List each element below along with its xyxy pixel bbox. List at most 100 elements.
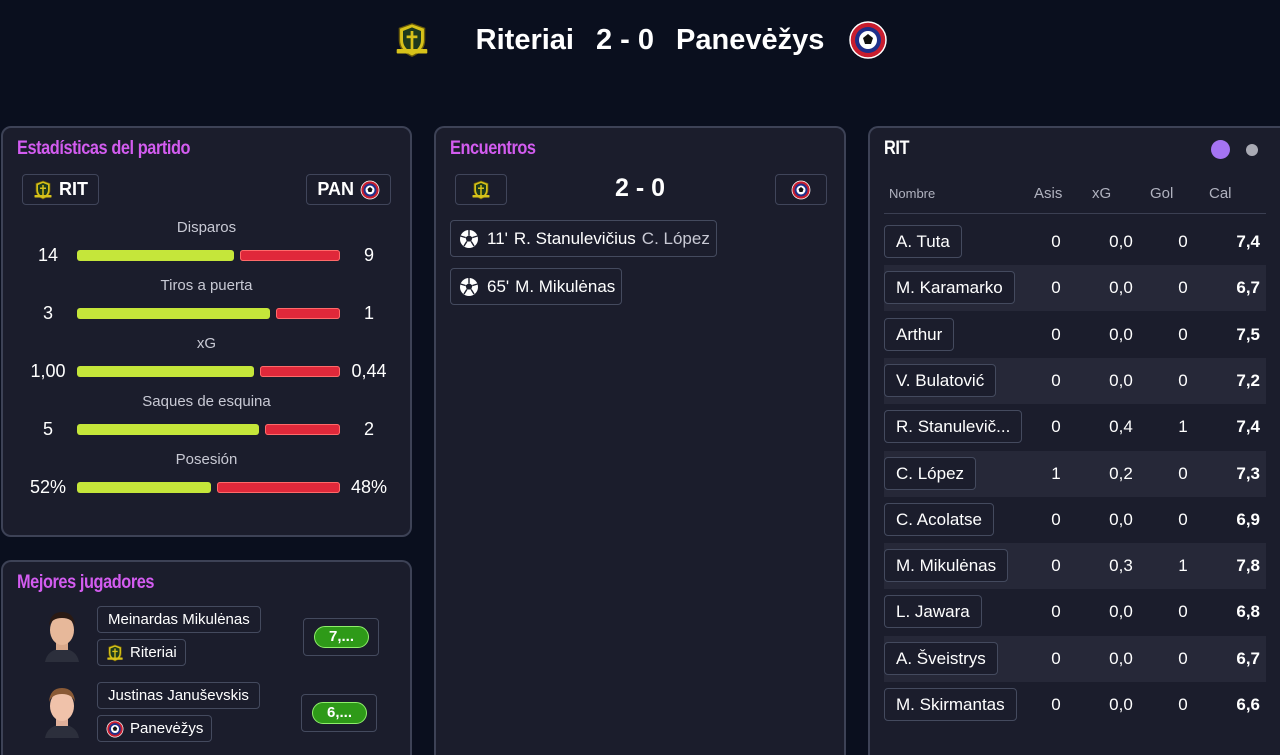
stat-row: Tiros a puerta 3 1 bbox=[3, 277, 410, 335]
goal-event[interactable]: 11' R. Stanulevičius C. López bbox=[450, 220, 717, 257]
best-player-team[interactable]: Riteriai bbox=[97, 639, 186, 666]
page-dot-inactive[interactable] bbox=[1246, 143, 1258, 156]
lineup-row[interactable]: M. Mikulėnas 0 0,3 1 7,8 bbox=[884, 543, 1266, 590]
best-players-panel: Mejores jugadores Meinardas Mikulėnas Ri… bbox=[1, 560, 412, 755]
stat-away-bar bbox=[260, 366, 340, 377]
player-photo-avatar bbox=[45, 612, 79, 662]
player-rating: 7,8 bbox=[1236, 556, 1260, 576]
player-assists: 0 bbox=[1051, 232, 1061, 251]
lineup-row[interactable]: V. Bulatović 0 0,0 0 7,2 bbox=[884, 357, 1266, 404]
player-assists: 0 bbox=[1051, 648, 1061, 668]
col-gol[interactable]: Gol bbox=[1150, 185, 1173, 202]
stat-row: xG 1,00 0,44 bbox=[3, 335, 410, 393]
player-rating: 7,3 bbox=[1236, 463, 1260, 483]
lineup-row[interactable]: C. Acolatse 0 0,0 0 6,9 bbox=[884, 497, 1266, 543]
panevezys-crest-icon[interactable] bbox=[848, 20, 888, 60]
player-name[interactable]: L. Jawara bbox=[884, 595, 982, 629]
stat-row: Saques de esquina 5 2 bbox=[3, 393, 410, 451]
player-name[interactable]: C. Acolatse bbox=[884, 502, 994, 536]
player-name[interactable]: M. Karamarko bbox=[884, 271, 1015, 305]
col-asis[interactable]: Asis bbox=[1034, 185, 1062, 202]
player-name[interactable]: A. Tuta bbox=[884, 225, 962, 258]
player-goals: 0 bbox=[1178, 463, 1188, 483]
soccer-ball-icon bbox=[459, 229, 479, 249]
stat-row: Disparos 14 9 bbox=[3, 219, 410, 277]
player-xg: 0,0 bbox=[1109, 232, 1133, 251]
riteriai-crest-icon[interactable] bbox=[392, 20, 432, 60]
player-goals: 0 bbox=[1178, 648, 1188, 668]
goal-event[interactable]: 65' M. Mikulėnas bbox=[450, 268, 623, 305]
stats-panel-title: Estadísticas del partido bbox=[17, 138, 191, 159]
best-player-row[interactable]: Justinas Januševskis Panevėžys 6,... bbox=[3, 682, 410, 752]
match-header: Riteriai 2 - 0 Panevėžys bbox=[0, 0, 1280, 80]
away-team-chip[interactable]: PAN bbox=[306, 174, 391, 205]
best-player-name[interactable]: Justinas Januševskis bbox=[97, 682, 260, 709]
stat-home-bar bbox=[77, 250, 234, 261]
away-crest-box[interactable] bbox=[775, 174, 827, 205]
player-goals: 1 bbox=[1178, 417, 1188, 437]
stat-away-value: 2 bbox=[363, 419, 374, 439]
best-player-team[interactable]: Panevėžys bbox=[97, 715, 213, 742]
goal-assist: C. López bbox=[641, 228, 710, 248]
player-goals: 0 bbox=[1178, 509, 1188, 529]
stat-home-bar bbox=[77, 424, 259, 435]
best-player-team-name: Panevėžys bbox=[130, 720, 204, 737]
goal-minute: 65' bbox=[487, 276, 510, 296]
panevezys-crest-icon bbox=[106, 720, 124, 738]
player-rating: 7,4 bbox=[1236, 232, 1260, 251]
player-assists: 0 bbox=[1051, 417, 1061, 437]
player-assists: 1 bbox=[1051, 463, 1061, 483]
player-goals: 0 bbox=[1178, 232, 1188, 251]
best-player-name[interactable]: Meinardas Mikulėnas bbox=[97, 606, 261, 633]
player-name[interactable]: Arthur bbox=[884, 317, 955, 351]
panevezys-crest-icon bbox=[360, 180, 380, 200]
player-name[interactable]: C. López bbox=[884, 456, 977, 490]
player-name[interactable]: R. Stanulevič... bbox=[884, 410, 1023, 444]
away-team-name[interactable]: Panevėžys bbox=[676, 24, 824, 57]
home-team-chip[interactable]: RIT bbox=[22, 174, 99, 205]
best-player-rating: 7,... bbox=[314, 626, 369, 648]
player-rating: 6,9 bbox=[1236, 509, 1260, 529]
player-xg: 0,0 bbox=[1109, 602, 1133, 622]
player-xg: 0,2 bbox=[1109, 463, 1133, 483]
col-xg[interactable]: xG bbox=[1092, 185, 1111, 202]
page-indicator bbox=[1211, 140, 1258, 159]
lineup-panel: RIT Nombre Asis xG Gol Cal A. Tuta 0 0,0 0 7… bbox=[868, 126, 1280, 755]
lineup-row[interactable]: A. Šveistrys 0 0,0 0 6,7 bbox=[884, 635, 1266, 682]
lineup-row[interactable]: Arthur 0 0,0 0 7,5 bbox=[884, 312, 1266, 358]
lineup-row[interactable]: M. Karamarko 0 0,0 0 6,7 bbox=[884, 265, 1266, 312]
stat-away-value: 48% bbox=[350, 477, 388, 497]
home-team-name[interactable]: Riteriai bbox=[476, 24, 574, 57]
player-name[interactable]: V. Bulatović bbox=[884, 363, 997, 397]
best-player-team-name: Riteriai bbox=[130, 644, 177, 661]
stat-label: Saques de esquina bbox=[142, 393, 271, 410]
lineup-row[interactable]: C. López 1 0,2 0 7,3 bbox=[884, 450, 1266, 497]
page-dot-active[interactable] bbox=[1211, 140, 1230, 159]
player-name[interactable]: M. Skirmantas bbox=[884, 688, 1017, 721]
lineup-row[interactable]: R. Stanulevič... 0 0,4 1 7,4 bbox=[884, 404, 1266, 450]
best-players-title: Mejores jugadores bbox=[17, 572, 155, 593]
player-assists: 0 bbox=[1051, 370, 1061, 390]
player-xg: 0,0 bbox=[1109, 370, 1133, 390]
player-name[interactable]: M. Mikulėnas bbox=[884, 549, 1009, 583]
lineup-row[interactable]: M. Skirmantas 0 0,0 0 6,6 bbox=[884, 682, 1266, 728]
stat-label: xG bbox=[196, 335, 217, 352]
lineup-row[interactable]: A. Tuta 0 0,0 0 7,4 bbox=[884, 219, 1266, 265]
lineup-row[interactable]: L. Jawara 0 0,0 0 6,8 bbox=[884, 589, 1266, 635]
goal-minute: 11' bbox=[487, 228, 508, 248]
stat-away-value: 1 bbox=[363, 303, 374, 323]
player-xg: 0,0 bbox=[1109, 648, 1133, 668]
col-nombre[interactable]: Nombre bbox=[889, 186, 935, 201]
col-cal[interactable]: Cal bbox=[1209, 185, 1232, 202]
player-name[interactable]: A. Šveistrys bbox=[884, 641, 998, 675]
player-assists: 0 bbox=[1051, 278, 1061, 298]
stat-label: Posesión bbox=[175, 451, 238, 468]
best-player-row[interactable]: Meinardas Mikulėnas Riteriai 7,... bbox=[3, 606, 410, 676]
match-stats-panel: Estadísticas del partido RIT PAN Disparo… bbox=[1, 126, 412, 537]
stat-row: Posesión 52% 48% bbox=[3, 451, 410, 509]
encounters-title: Encuentros bbox=[450, 138, 536, 159]
player-goals: 0 bbox=[1178, 602, 1188, 622]
home-team-abbr: RIT bbox=[59, 179, 88, 199]
player-goals: 1 bbox=[1178, 556, 1188, 576]
panevezys-crest-icon bbox=[791, 180, 811, 200]
